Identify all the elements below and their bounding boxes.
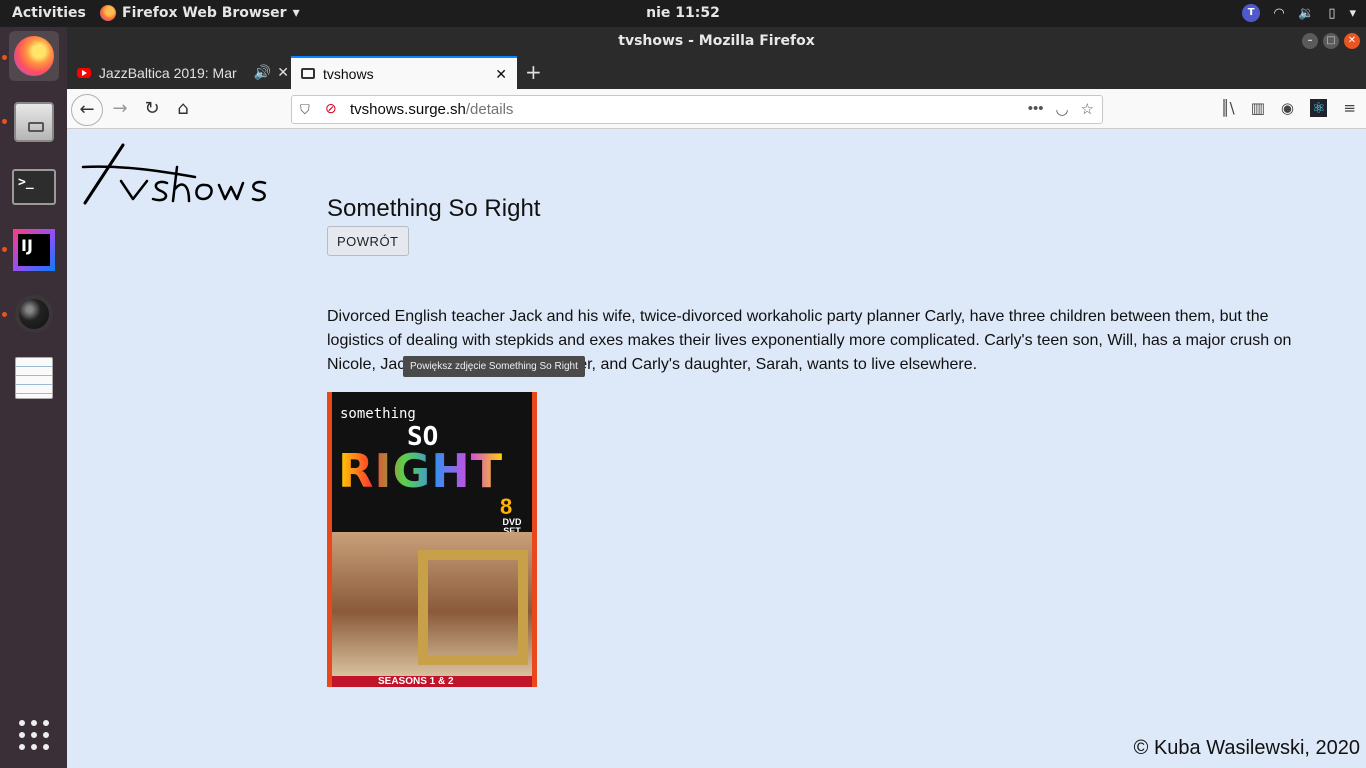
- poster-image: something SO RIGHT 8 DVD SET SEASONS 1 &…: [332, 392, 532, 687]
- dock: >_ IJ: [0, 27, 67, 768]
- intellij-icon: IJ: [13, 229, 55, 271]
- page-content: tvshows Something So Right POWRÓT Divorc…: [67, 129, 1366, 768]
- tab-close-icon[interactable]: ✕: [277, 64, 289, 81]
- show-poster[interactable]: something SO RIGHT 8 DVD SET SEASONS 1 &…: [327, 392, 537, 687]
- dock-mines[interactable]: [9, 289, 59, 339]
- tv-icon: [301, 68, 315, 79]
- dock-terminal[interactable]: >_: [9, 162, 59, 212]
- react-devtools-icon[interactable]: ⚛: [1309, 99, 1328, 117]
- dock-firefox[interactable]: [9, 31, 59, 81]
- text-editor-icon: [15, 357, 53, 399]
- poster-bottom-banner: SEASONS 1 & 2: [332, 676, 532, 687]
- maximize-button[interactable]: □: [1323, 33, 1339, 49]
- nav-toolbar: ← → ↻ ⌂ ⛉ ⊘ tvshows.surge.sh/details •••…: [67, 89, 1366, 129]
- system-tray[interactable]: T ◠ 🔉 ▯ ▾: [1242, 4, 1356, 22]
- sidebar-icon[interactable]: ▥: [1251, 99, 1265, 117]
- pocket-icon[interactable]: ◡: [1055, 100, 1068, 118]
- image-tooltip: Powiększ zdjęcie Something So Right: [403, 356, 585, 377]
- wifi-icon[interactable]: ◠: [1274, 6, 1284, 21]
- audio-icon[interactable]: 🔊: [254, 64, 271, 81]
- home-button[interactable]: ⌂: [170, 96, 196, 122]
- battery-icon[interactable]: ▯: [1328, 6, 1335, 21]
- page-actions-icon[interactable]: •••: [1028, 100, 1044, 118]
- logo-handwriting: [81, 143, 267, 205]
- tab-title: tvshows: [323, 65, 374, 82]
- show-applications-button[interactable]: [9, 710, 59, 760]
- teams-icon[interactable]: T: [1242, 4, 1261, 22]
- url-bar[interactable]: ⛉ ⊘ tvshows.surge.sh/details ••• ◡ ☆: [291, 95, 1103, 124]
- new-tab-button[interactable]: +: [525, 60, 542, 84]
- youtube-icon: [77, 67, 91, 78]
- app-menu-label: Firefox Web Browser: [122, 5, 287, 21]
- poster-right-text: RIGHT: [338, 444, 504, 498]
- window-title: tvshows - Mozilla Firefox: [618, 33, 815, 49]
- window-titlebar[interactable]: tvshows - Mozilla Firefox – □ ✕: [67, 27, 1366, 56]
- url-path: /details: [465, 101, 514, 118]
- chevron-down-icon: ▾: [292, 5, 300, 21]
- insecure-lock-icon[interactable]: ⊘: [325, 100, 337, 117]
- running-indicator: [2, 119, 7, 124]
- firefox-icon: [100, 5, 116, 21]
- mine-icon: [19, 299, 49, 329]
- top-bar: Activities Firefox Web Browser ▾ nie 11:…: [0, 0, 1366, 27]
- poster-sub-text: something: [340, 406, 416, 422]
- site-logo[interactable]: tvshows: [81, 137, 281, 212]
- running-indicator: [2, 55, 7, 60]
- firefox-icon: [14, 36, 54, 76]
- clock[interactable]: nie 11:52: [646, 5, 720, 21]
- tab-jazzbaltica[interactable]: JazzBaltica 2019: Mar 🔊 ✕: [67, 56, 289, 89]
- chevron-down-icon[interactable]: ▾: [1349, 6, 1356, 21]
- poster-frame: [418, 550, 528, 665]
- forward-button[interactable]: →: [107, 96, 133, 122]
- terminal-icon: >_: [12, 169, 56, 205]
- volume-icon[interactable]: 🔉: [1298, 6, 1314, 21]
- bookmark-star-icon[interactable]: ☆: [1081, 100, 1094, 118]
- library-icon[interactable]: ║\: [1221, 99, 1235, 117]
- grid-icon: [19, 720, 49, 750]
- shield-icon[interactable]: ⛉: [300, 102, 310, 118]
- running-indicator: [2, 312, 7, 317]
- back-button[interactable]: ←: [71, 94, 103, 126]
- activities-button[interactable]: Activities: [12, 5, 86, 21]
- account-icon[interactable]: ◉: [1281, 99, 1294, 117]
- back-link-button[interactable]: POWRÓT: [327, 226, 409, 256]
- dock-files[interactable]: [9, 97, 59, 147]
- app-menu[interactable]: Firefox Web Browser ▾: [100, 5, 300, 21]
- menu-icon[interactable]: ≡: [1343, 99, 1356, 117]
- show-title: Something So Right: [327, 195, 541, 222]
- tab-bar: JazzBaltica 2019: Mar 🔊 ✕ tvshows ✕ +: [67, 56, 1366, 89]
- tab-close-icon[interactable]: ✕: [495, 66, 507, 83]
- minimize-button[interactable]: –: [1302, 33, 1318, 49]
- running-indicator: [2, 247, 7, 252]
- files-icon: [14, 102, 54, 142]
- tab-tvshows[interactable]: tvshows ✕: [291, 56, 517, 89]
- tab-title: JazzBaltica 2019: Mar: [98, 64, 237, 81]
- footer-copyright: © Kuba Wasilewski, 2020: [1133, 737, 1360, 759]
- reload-button[interactable]: ↻: [139, 96, 165, 122]
- firefox-window: tvshows - Mozilla Firefox – □ ✕ JazzBalt…: [67, 27, 1366, 768]
- dock-text-editor[interactable]: [9, 353, 59, 403]
- dock-intellij[interactable]: IJ: [9, 225, 59, 275]
- close-window-button[interactable]: ✕: [1344, 33, 1360, 49]
- url-host: tvshows.surge.sh: [350, 101, 466, 118]
